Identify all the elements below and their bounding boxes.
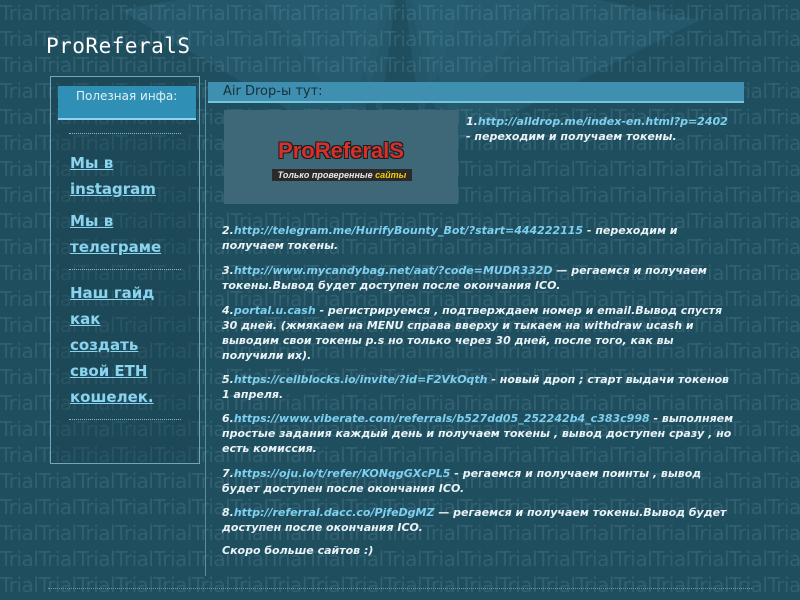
item-link[interactable]: http://referral.dacc.co/PjfeDgMZ [234,506,435,519]
item-link[interactable]: http://www.mycandybag.net/aat/?code=MUDR… [234,264,553,277]
sidebar-link-line[interactable]: Мы в [70,151,113,176]
item-number: 5. [222,373,234,386]
airdrop-item-2: 2.http://telegram.me/HurifyBounty_Bot/?s… [222,223,736,253]
item-number: 1. [466,115,478,128]
item-link[interactable]: http://alldrop.me/index-en.html?p=2402 [478,115,728,128]
sidebar-separator [69,133,181,134]
banner-tagline-text: Только проверенные [277,170,376,180]
item-link[interactable]: https://www.viberate.com/referrals/b527d… [234,412,650,425]
item-link[interactable]: http://telegram.me/HurifyBounty_Bot/?sta… [234,224,583,237]
footer-note: Скоро больше сайтов :) [222,544,374,557]
sidebar-link-line[interactable]: свой ETH [70,359,147,384]
section-title-bar: Air Drop-ы тут: [208,82,744,103]
banner-brand: ProReferalS [278,138,404,163]
column-divider [205,80,206,576]
sidebar-link-line[interactable]: Мы в [70,209,113,234]
airdrop-item-1: 1.http://alldrop.me/index-en.html?p=2402… [466,114,728,144]
banner-tagline: Только проверенные сайты [272,169,412,181]
item-text: - переходим и получаем токены. [466,130,677,143]
sidebar-link-line[interactable]: телеграме [70,235,161,260]
sidebar-link-line[interactable]: как [70,307,100,332]
item-number: 7. [222,467,234,480]
item-link[interactable]: https://cellblocks.io/invite/?id=F2VkOqt… [234,373,488,386]
sidebar-link-line[interactable]: Наш гайд [70,281,154,306]
airdrop-item-4: 4.portal.u.cash - регистрируемся , подтв… [222,303,736,363]
item-number: 2. [222,224,234,237]
sidebar-separator [69,419,181,420]
sidebar-header: Полезная инфа: [58,86,196,120]
item-number: 4. [222,304,234,317]
sidebar-link-line[interactable]: instagram [70,177,156,202]
banner-tagline-highlight: сайты [375,170,407,180]
site-logo-title: ProReferalS [46,34,191,58]
item-number: 6. [222,412,234,425]
sidebar: Полезная инфа: Мы в instagram Мы в телег… [50,76,200,464]
sidebar-link-line[interactable]: создать [70,333,138,358]
sidebar-separator [69,269,181,270]
airdrop-item-3: 3.http://www.mycandybag.net/aat/?code=MU… [222,263,736,293]
airdrop-item-8: 8.http://referral.dacc.co/PjfeDgMZ — рег… [222,505,736,535]
section-title: Air Drop-ы тут: [223,84,323,99]
item-number: 8. [222,506,234,519]
airdrop-item-5: 5.https://cellblocks.io/invite/?id=F2VkO… [222,372,736,402]
proreferals-banner[interactable]: ProReferalS Только проверенные сайты [224,110,458,204]
bottom-separator [48,588,752,589]
sidebar-link-line[interactable]: кошелек. [70,385,154,410]
airdrop-item-7: 7.https://oju.io/t/refer/KONqgGXcPL5 - р… [222,466,736,496]
item-link[interactable]: https://oju.io/t/refer/KONqgGXcPL5 [234,467,451,480]
item-number: 3. [222,264,234,277]
airdrop-item-6: 6.https://www.viberate.com/referrals/b52… [222,411,744,456]
item-link[interactable]: portal.u.cash [234,304,316,317]
